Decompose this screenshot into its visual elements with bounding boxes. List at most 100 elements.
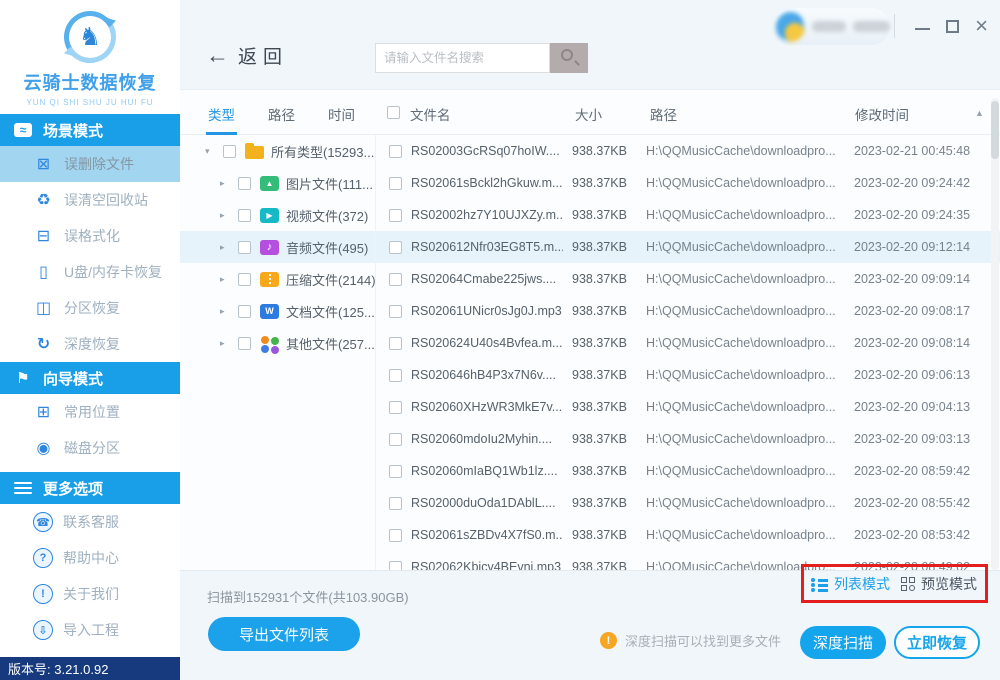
file-row[interactable]: RS02000duOda1DAblL.... 938.37KB H:\QQMus…: [376, 487, 1000, 519]
file-row[interactable]: RS020646hB4P3x7N6v.... 938.37KB H:\QQMus…: [376, 359, 1000, 391]
sidebar-item[interactable]: 深度恢复: [0, 326, 180, 362]
file-name: RS02061UNicr0sJg0J.mp3: [411, 304, 562, 318]
file-row[interactable]: RS02002hz7Y10UJXZy.m... 938.37KB H:\QQMu…: [376, 199, 1000, 231]
preview-mode-button[interactable]: 预览模式: [901, 574, 977, 594]
sidebar-item[interactable]: 磁盘分区: [0, 430, 180, 466]
tree-item[interactable]: 压缩文件(2144): [180, 263, 375, 295]
export-file-list-button[interactable]: 导出文件列表: [208, 617, 360, 651]
file-checkbox[interactable]: [389, 400, 402, 414]
deep-scan-button[interactable]: 深度扫描: [800, 626, 886, 659]
tree-expand-arrow[interactable]: [220, 178, 231, 189]
sidebar-item[interactable]: 误格式化: [0, 218, 180, 254]
tree-expand-arrow[interactable]: [220, 210, 231, 221]
content-area: 所有类型(15293... 图片文件(111... 视频文件(372): [180, 135, 1000, 570]
tree-expand-arrow[interactable]: [220, 338, 231, 349]
file-path: H:\QQMusicCache\downloadpro...: [646, 304, 836, 318]
column-header-path[interactable]: 路径: [650, 104, 677, 124]
file-path: H:\QQMusicCache\downloadpro...: [646, 240, 836, 254]
file-row[interactable]: RS02061sZBDv4X7fS0.m... 938.37KB H:\QQMu…: [376, 519, 1000, 551]
select-all-checkbox[interactable]: [387, 106, 400, 119]
sort-arrow-icon[interactable]: ▲: [975, 108, 984, 118]
file-row[interactable]: RS02061UNicr0sJg0J.mp3 938.37KB H:\QQMus…: [376, 295, 1000, 327]
file-row[interactable]: RS02060XHzWR3MkE7v... 938.37KB H:\QQMusi…: [376, 391, 1000, 423]
preview-mode-icon: [901, 577, 915, 591]
file-checkbox[interactable]: [389, 368, 402, 382]
file-checkbox[interactable]: [389, 208, 402, 222]
tab-time[interactable]: 时间: [328, 104, 355, 124]
tree-expand-arrow[interactable]: [220, 242, 231, 253]
file-checkbox[interactable]: [389, 336, 402, 350]
tree-item-checkbox[interactable]: [238, 176, 251, 190]
sidebar-item[interactable]: 联系客服: [0, 504, 180, 540]
file-size: 938.37KB: [572, 176, 627, 190]
sidebar-item[interactable]: 帮助中心: [0, 540, 180, 576]
sidebar-item[interactable]: 常用位置: [0, 394, 180, 430]
column-header-mtime[interactable]: 修改时间: [855, 104, 909, 124]
sidebar-item[interactable]: 导入工程: [0, 612, 180, 648]
file-row[interactable]: RS02064Cmabe225jws.... 938.37KB H:\QQMus…: [376, 263, 1000, 295]
tree-item[interactable]: 文档文件(125...: [180, 295, 375, 327]
file-row[interactable]: RS020624U40s4Bvfea.m... 938.37KB H:\QQMu…: [376, 327, 1000, 359]
column-header-size[interactable]: 大小: [575, 104, 602, 124]
sidebar-item[interactable]: 关于我们: [0, 576, 180, 612]
recover-now-button[interactable]: 立即恢复: [894, 626, 980, 659]
tree-item[interactable]: 音频文件(495): [180, 231, 375, 263]
tree-item-checkbox[interactable]: [238, 240, 251, 254]
file-checkbox[interactable]: [389, 272, 402, 286]
account-pill[interactable]: [772, 8, 890, 45]
tree-item[interactable]: 所有类型(15293...: [180, 135, 375, 167]
search-button[interactable]: [550, 43, 588, 73]
file-checkbox[interactable]: [389, 496, 402, 510]
file-row[interactable]: RS02060mdoIu2Myhin.... 938.37KB H:\QQMus…: [376, 423, 1000, 455]
tab-type[interactable]: 类型: [206, 104, 237, 135]
more-options-icon: [13, 481, 33, 495]
file-name: RS02061sBckl2hGkuw.m...: [411, 176, 563, 190]
topbar: ← 返回 ×: [180, 0, 1000, 90]
file-row[interactable]: RS02061sBckl2hGkuw.m... 938.37KB H:\QQMu…: [376, 167, 1000, 199]
file-row[interactable]: RS02062Kbicv4BEvni.mp3 938.37KB H:\QQMus…: [376, 551, 1000, 570]
zip-file-icon: [260, 271, 279, 287]
tree-item-checkbox[interactable]: [238, 208, 251, 222]
vertical-scrollbar[interactable]: [991, 98, 999, 570]
file-checkbox[interactable]: [389, 560, 402, 570]
maximize-button[interactable]: [946, 19, 960, 33]
file-checkbox[interactable]: [389, 528, 402, 542]
minimize-button[interactable]: [915, 28, 931, 30]
file-checkbox[interactable]: [389, 464, 402, 478]
file-mtime: 2023-02-20 09:04:13: [854, 400, 971, 414]
tree-item[interactable]: 图片文件(111...: [180, 167, 375, 199]
tree-item-checkbox[interactable]: [223, 144, 236, 158]
back-button[interactable]: ← 返回: [206, 42, 288, 69]
column-header-name[interactable]: 文件名: [410, 104, 451, 124]
file-checkbox[interactable]: [389, 240, 402, 254]
sidebar-item[interactable]: U盘/内存卡恢复: [0, 254, 180, 290]
tree-item[interactable]: 其他文件(257...: [180, 327, 375, 359]
scrollbar-thumb[interactable]: [991, 101, 999, 159]
file-checkbox[interactable]: [389, 144, 402, 158]
file-row[interactable]: RS02003GcRSq07hoIW.... 938.37KB H:\QQMus…: [376, 135, 1000, 167]
tree-item-checkbox[interactable]: [238, 272, 251, 286]
tree-item-checkbox[interactable]: [238, 304, 251, 318]
search-input[interactable]: [375, 43, 550, 73]
file-mtime: 2023-02-20 09:24:35: [854, 208, 971, 222]
sidebar-item[interactable]: 误删除文件: [0, 146, 180, 182]
sidebar-item-label: 导入工程: [63, 622, 119, 638]
back-label: 返回: [238, 47, 289, 68]
file-checkbox[interactable]: [389, 432, 402, 446]
file-row[interactable]: RS020612Nfr03EG8T5.m... 938.37KB H:\QQMu…: [376, 231, 1000, 263]
tree-item[interactable]: 视频文件(372): [180, 199, 375, 231]
close-button[interactable]: ×: [975, 15, 988, 37]
tree-item-checkbox[interactable]: [238, 336, 251, 350]
tab-path[interactable]: 路径: [268, 104, 295, 124]
file-row[interactable]: RS02060mIaBQ1Wb1lz.... 938.37KB H:\QQMus…: [376, 455, 1000, 487]
tree-expand-arrow[interactable]: [220, 306, 231, 317]
sidebar-item[interactable]: 误清空回收站: [0, 182, 180, 218]
wizard-mode-icon: ⚑: [16, 370, 30, 387]
sidebar-item[interactable]: 分区恢复: [0, 290, 180, 326]
file-checkbox[interactable]: [389, 304, 402, 318]
file-name: RS020624U40s4Bvfea.m...: [411, 336, 563, 350]
list-mode-button[interactable]: 列表模式: [811, 574, 890, 594]
tree-expand-arrow[interactable]: [220, 274, 231, 285]
file-checkbox[interactable]: [389, 176, 402, 190]
tree-expand-arrow[interactable]: [205, 146, 216, 157]
